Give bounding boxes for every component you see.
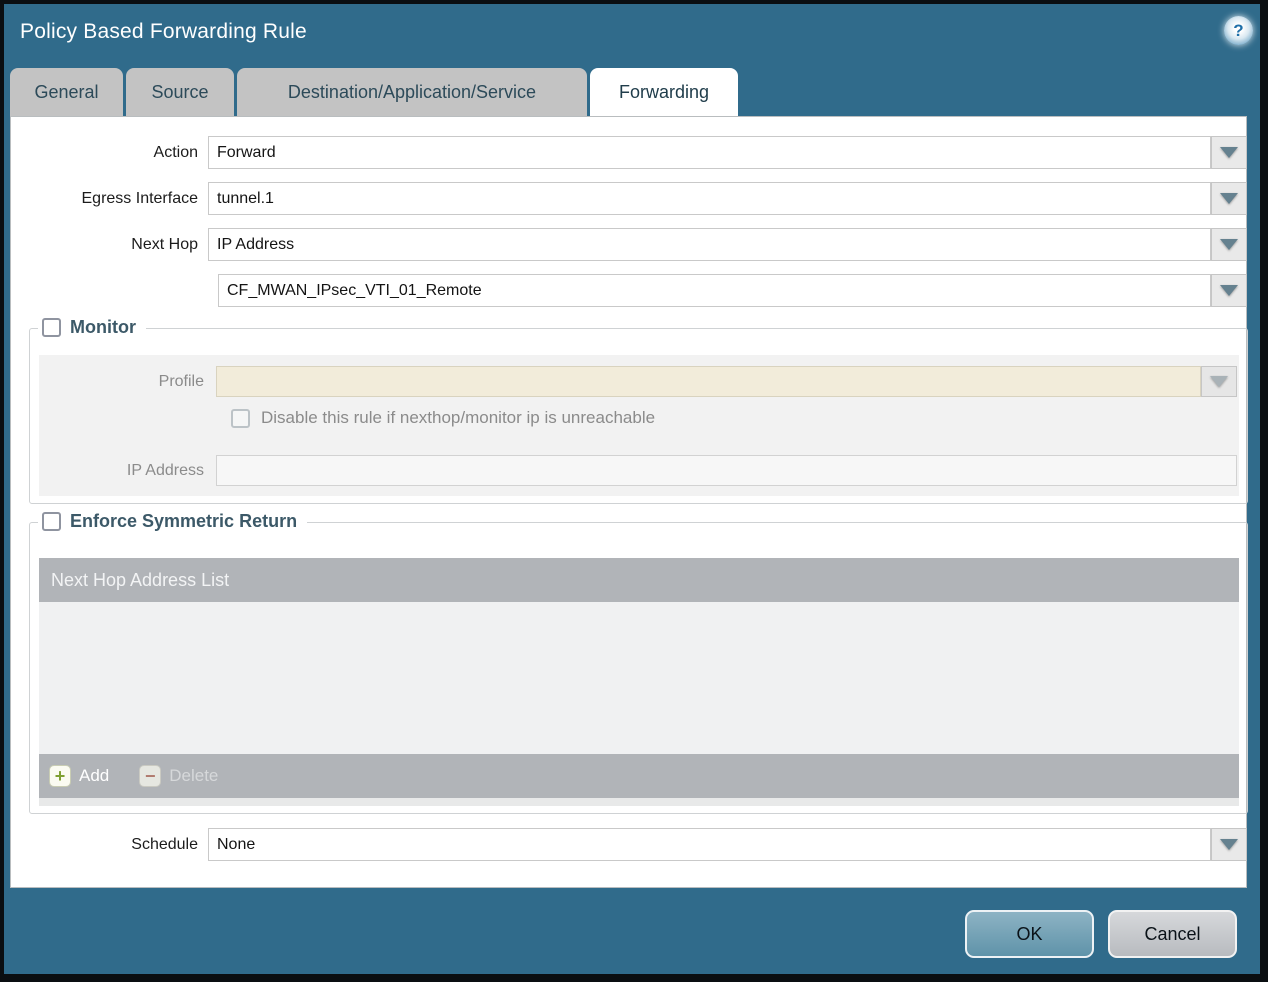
monitor-legend: Monitor: [38, 317, 146, 338]
label-spacer: [11, 274, 218, 307]
action-select[interactable]: Forward: [208, 136, 1211, 169]
chevron-down-icon: [1220, 239, 1238, 250]
tab-destination-application-service[interactable]: Destination/Application/Service: [237, 68, 587, 116]
cancel-button[interactable]: Cancel: [1108, 910, 1237, 958]
profile-select: [216, 366, 1201, 397]
schedule-row: Schedule None: [11, 828, 1247, 861]
tab-bar: General Source Destination/Application/S…: [10, 68, 738, 116]
next-hop-type-select[interactable]: IP Address: [208, 228, 1211, 261]
minus-icon: −: [139, 765, 162, 787]
plus-icon: +: [49, 765, 71, 787]
table-bottom-strip: [39, 798, 1239, 806]
monitor-ip-row: IP Address: [39, 455, 1237, 486]
monitor-panel: Profile Disable this rule if nexthop/mon…: [39, 355, 1239, 496]
tab-general[interactable]: General: [10, 68, 123, 116]
next-hop-address-select[interactable]: CF_MWAN_IPsec_VTI_01_Remote: [218, 274, 1211, 307]
next-hop-address-list-footer: + Add − Delete: [39, 754, 1239, 798]
chevron-down-icon: [1220, 147, 1238, 158]
forwarding-tab-panel: Action Forward Egress Interface tunnel.1…: [10, 116, 1248, 888]
enforce-symmetric-return-legend: Enforce Symmetric Return: [38, 511, 308, 532]
monitor-ip-label: IP Address: [126, 462, 204, 479]
monitor-ip-input: [216, 455, 1237, 486]
chevron-down-icon: [1220, 285, 1238, 296]
next-hop-address-list-body: [39, 602, 1239, 754]
monitor-checkbox[interactable]: [42, 318, 61, 337]
egress-interface-dropdown-button[interactable]: [1211, 182, 1247, 215]
chevron-down-icon: [1220, 193, 1238, 204]
chevron-down-icon: [1210, 376, 1228, 387]
next-hop-row: Next Hop IP Address: [11, 228, 1247, 261]
dialog-titlebar: Policy Based Forwarding Rule ?: [4, 4, 1260, 68]
add-button[interactable]: + Add: [49, 765, 109, 787]
schedule-select[interactable]: None: [208, 828, 1211, 861]
add-button-label: Add: [79, 766, 110, 785]
enforce-symmetric-return-fieldset: Enforce Symmetric Return Next Hop Addres…: [29, 511, 1248, 814]
schedule-label: Schedule: [131, 836, 198, 853]
disable-rule-label: Disable this rule if nexthop/monitor ip …: [261, 408, 656, 427]
action-dropdown-button[interactable]: [1211, 136, 1247, 169]
policy-based-forwarding-dialog: Policy Based Forwarding Rule ? General S…: [0, 0, 1268, 982]
tab-source[interactable]: Source: [126, 68, 234, 116]
egress-interface-select[interactable]: tunnel.1: [208, 182, 1211, 215]
next-hop-address-list-table: Next Hop Address List + Add − Delete: [39, 558, 1239, 806]
action-label: Action: [153, 144, 198, 161]
next-hop-label: Next Hop: [131, 236, 198, 253]
profile-dropdown-button: [1201, 366, 1237, 397]
dialog-title: Policy Based Forwarding Rule: [20, 20, 307, 43]
monitor-fieldset: Monitor Profile Disable this rule if nex…: [29, 317, 1248, 504]
delete-button-label: Delete: [169, 766, 219, 785]
next-hop-address-dropdown-button[interactable]: [1211, 274, 1247, 307]
egress-interface-label: Egress Interface: [81, 190, 199, 207]
monitor-legend-label: Monitor: [70, 317, 136, 337]
ok-button[interactable]: OK: [965, 910, 1094, 958]
schedule-dropdown-button[interactable]: [1211, 828, 1247, 861]
monitor-profile-row: Profile: [39, 366, 1237, 397]
action-row: Action Forward: [11, 136, 1247, 169]
enforce-symmetric-return-legend-label: Enforce Symmetric Return: [70, 511, 298, 531]
egress-interface-row: Egress Interface tunnel.1: [11, 182, 1247, 215]
enforce-symmetric-return-checkbox[interactable]: [42, 512, 61, 531]
chevron-down-icon: [1220, 839, 1238, 850]
next-hop-address-row: CF_MWAN_IPsec_VTI_01_Remote: [11, 274, 1247, 307]
disable-rule-row: Disable this rule if nexthop/monitor ip …: [231, 408, 655, 428]
tab-forwarding[interactable]: Forwarding: [590, 68, 738, 116]
profile-label: Profile: [158, 373, 204, 390]
next-hop-type-dropdown-button[interactable]: [1211, 228, 1247, 261]
next-hop-address-list-header: Next Hop Address List: [39, 558, 1239, 602]
delete-button: − Delete: [139, 765, 218, 787]
help-icon[interactable]: ?: [1224, 16, 1253, 45]
disable-rule-checkbox: [231, 408, 250, 428]
